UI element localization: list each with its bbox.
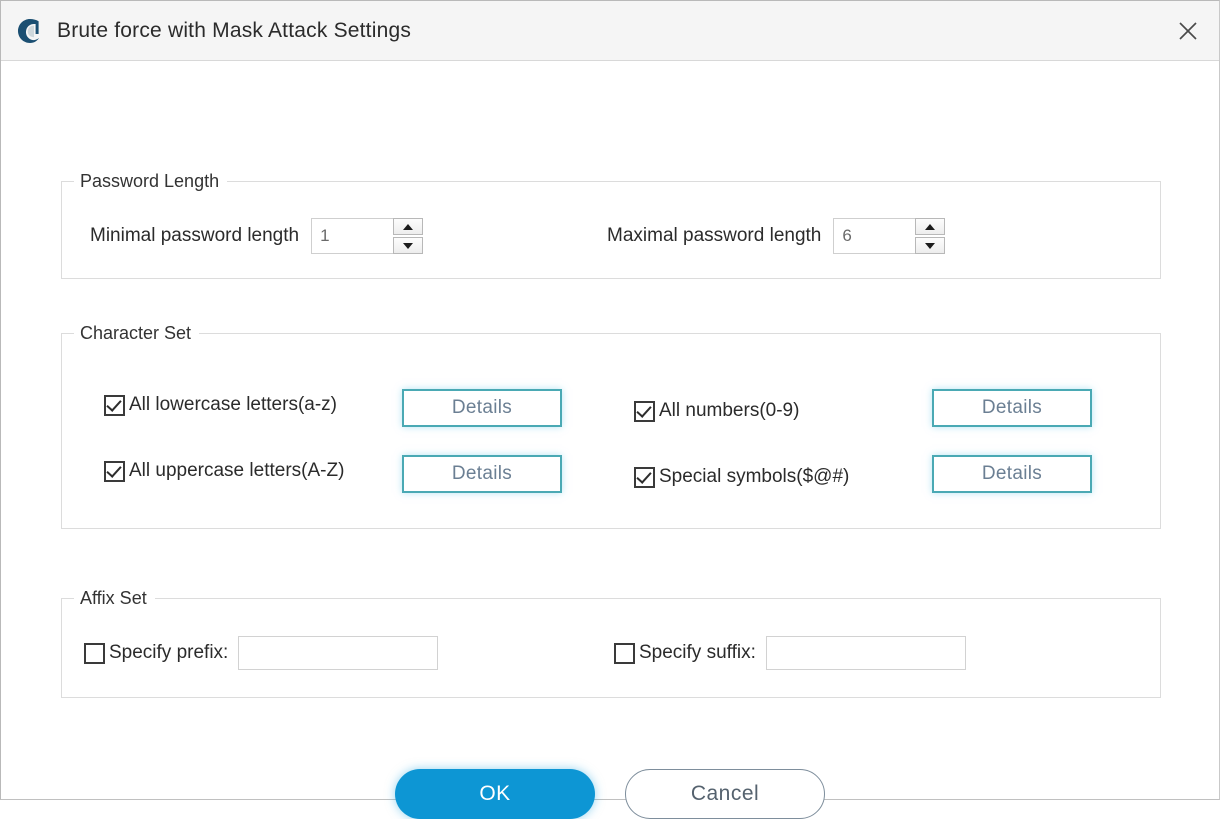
password-length-group: Password Length Minimal password length …: [61, 171, 1161, 279]
suffix-input[interactable]: [765, 636, 966, 670]
checkbox-all-numbers-box[interactable]: [634, 400, 655, 422]
details-button-numbers[interactable]: Details: [932, 389, 1092, 427]
checkbox-specify-prefix[interactable]: Specify prefix:: [84, 642, 228, 664]
dialog-content: Password Length Minimal password length …: [1, 61, 1219, 819]
checkbox-specify-suffix[interactable]: Specify suffix:: [614, 642, 756, 664]
maximal-password-length-stepper: [833, 218, 946, 254]
affix-set-group: Affix Set Specify prefix: Specify suffix…: [61, 588, 1161, 698]
ok-button[interactable]: OK: [395, 769, 595, 819]
dialog-footer: OK Cancel: [1, 769, 1219, 819]
close-icon[interactable]: [1157, 1, 1219, 60]
minimal-spin-buttons: [393, 218, 424, 254]
minimal-spin-down-icon[interactable]: [393, 237, 424, 254]
affix-set-legend: Affix Set: [80, 588, 147, 608]
minimal-spin-up-icon[interactable]: [393, 218, 424, 235]
title-bar: Brute force with Mask Attack Settings: [1, 1, 1219, 61]
details-row-numbers: Details: [932, 389, 1092, 427]
maximal-spin-buttons: [915, 218, 946, 254]
character-set-row-lowercase: All lowercase letters(a-z): [104, 394, 337, 416]
checkbox-special-symbols[interactable]: Special symbols($@#): [634, 466, 849, 488]
checkbox-specify-prefix-box[interactable]: [84, 642, 105, 664]
details-button-uppercase[interactable]: Details: [402, 455, 562, 493]
maximal-password-length-row: Maximal password length: [607, 218, 946, 254]
dialog-window: Brute force with Mask Attack Settings Pa…: [0, 0, 1220, 819]
character-set-row-uppercase: All uppercase letters(A-Z): [104, 460, 344, 482]
cancel-button[interactable]: Cancel: [625, 769, 825, 819]
minimal-password-length-row: Minimal password length: [90, 218, 424, 254]
specify-prefix-row: Specify prefix:: [84, 636, 439, 670]
checkbox-specify-prefix-label: Specify prefix:: [109, 642, 229, 663]
character-set-row-symbols: Special symbols($@#): [634, 466, 849, 488]
checkbox-all-numbers-label: All numbers(0-9): [659, 400, 800, 421]
checkbox-specify-suffix-box[interactable]: [614, 642, 635, 664]
checkbox-all-lowercase-label: All lowercase letters(a-z): [129, 394, 337, 415]
character-set-group: Character Set All lowercase letters(a-z)…: [61, 323, 1161, 529]
maximal-password-length-label: Maximal password length: [607, 225, 822, 246]
details-row-symbols: Details: [932, 455, 1092, 493]
minimal-password-length-input[interactable]: [311, 218, 394, 254]
checkbox-specify-suffix-label: Specify suffix:: [639, 642, 756, 663]
checkbox-special-symbols-label: Special symbols($@#): [659, 466, 850, 487]
checkbox-all-uppercase-label: All uppercase letters(A-Z): [129, 460, 345, 481]
checkbox-all-lowercase[interactable]: All lowercase letters(a-z): [104, 394, 337, 416]
character-set-legend: Character Set: [80, 323, 192, 343]
app-logo-icon: [15, 16, 45, 46]
details-row-lowercase: Details: [402, 389, 562, 427]
checkbox-all-numbers[interactable]: All numbers(0-9): [634, 400, 799, 422]
maximal-spin-up-icon[interactable]: [915, 218, 946, 235]
maximal-password-length-input[interactable]: [833, 218, 916, 254]
checkbox-all-uppercase[interactable]: All uppercase letters(A-Z): [104, 460, 344, 482]
checkbox-all-uppercase-box[interactable]: [104, 460, 125, 482]
character-set-row-numbers: All numbers(0-9): [634, 400, 799, 422]
details-button-symbols[interactable]: Details: [932, 455, 1092, 493]
details-button-lowercase[interactable]: Details: [402, 389, 562, 427]
window-title: Brute force with Mask Attack Settings: [57, 18, 412, 42]
checkbox-all-lowercase-box[interactable]: [104, 394, 125, 416]
minimal-password-length-stepper: [311, 218, 424, 254]
maximal-spin-down-icon[interactable]: [915, 237, 946, 254]
password-length-legend: Password Length: [80, 171, 220, 191]
specify-suffix-row: Specify suffix:: [614, 636, 966, 670]
prefix-input[interactable]: [238, 636, 439, 670]
details-row-uppercase: Details: [402, 455, 562, 493]
checkbox-special-symbols-box[interactable]: [634, 466, 655, 488]
minimal-password-length-label: Minimal password length: [90, 225, 300, 246]
